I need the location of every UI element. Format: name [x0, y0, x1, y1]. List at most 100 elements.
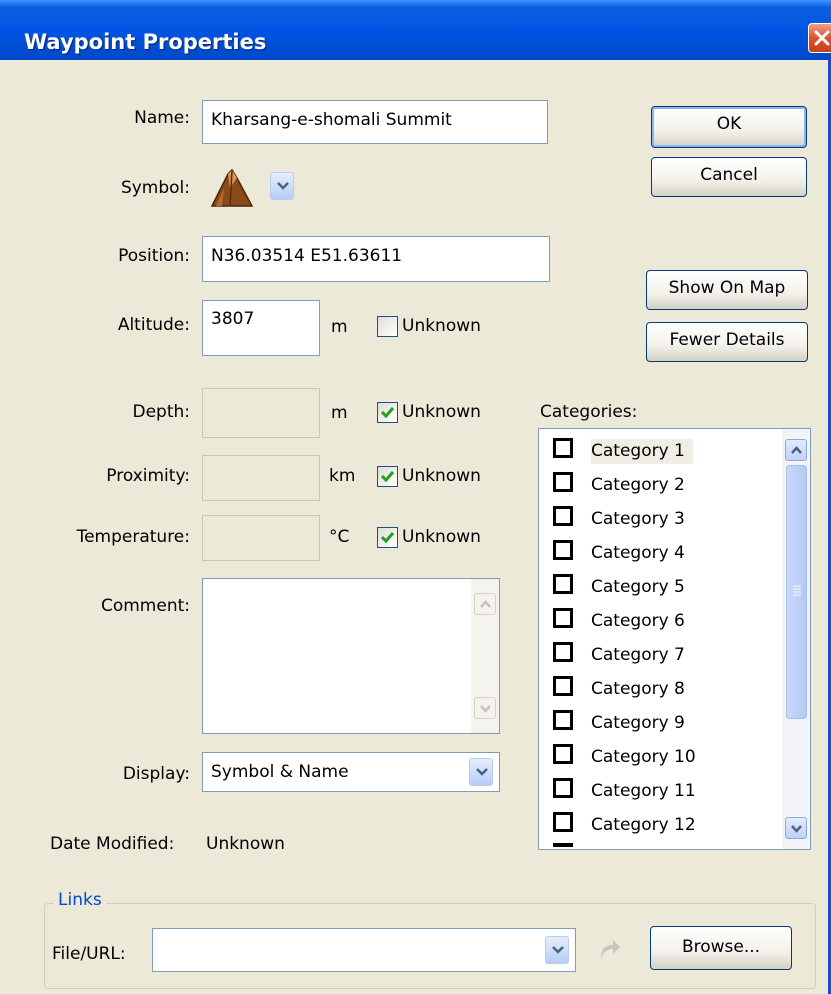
category-checkbox[interactable]: [553, 744, 573, 764]
category-label: Category 6: [591, 611, 685, 631]
name-value: Kharsang-e-shomali Summit: [211, 110, 452, 130]
links-group-title: Links: [54, 890, 106, 910]
categories-scrollbar[interactable]: [782, 429, 810, 849]
date-modified-value: Unknown: [206, 834, 285, 854]
comment-scroll-down-button[interactable]: [474, 697, 496, 719]
symbol-dropdown-button[interactable]: [270, 172, 294, 200]
proximity-unknown-label: Unknown: [402, 466, 481, 486]
depth-unknown-checkbox[interactable]: [377, 402, 398, 423]
temperature-unknown-label: Unknown: [402, 527, 481, 547]
display-dropdown-button[interactable]: [469, 758, 493, 786]
go-button[interactable]: [592, 932, 626, 966]
file-url-dropdown-button[interactable]: [545, 936, 569, 964]
category-checkbox[interactable]: [553, 574, 573, 594]
category-item-partial: [553, 843, 573, 847]
altitude-input[interactable]: 3807: [202, 300, 320, 356]
chevron-up-icon: [480, 600, 491, 608]
category-label: Category 10: [591, 747, 696, 767]
ok-button[interactable]: OK: [651, 106, 807, 148]
category-label: Category 7: [591, 645, 685, 665]
ok-button-label: OK: [716, 114, 742, 134]
symbol-picker[interactable]: [202, 160, 302, 214]
category-label: Category 11: [591, 781, 696, 801]
chevron-down-icon: [476, 768, 488, 776]
show-on-map-button[interactable]: Show On Map: [646, 270, 808, 310]
comment-scroll-up-button[interactable]: [474, 593, 496, 615]
symbol-label: Symbol:: [120, 178, 190, 198]
category-label: Category 5: [591, 577, 685, 597]
category-checkbox[interactable]: [553, 642, 573, 662]
temperature-unknown-checkbox[interactable]: [377, 527, 398, 548]
window-title: Waypoint Properties: [24, 30, 267, 54]
category-checkbox[interactable]: [553, 676, 573, 696]
temperature-unit: °C: [329, 527, 350, 547]
category-checkbox[interactable]: [553, 472, 573, 492]
categories-scroll-up-button[interactable]: [785, 439, 807, 461]
altitude-unit: m: [331, 317, 348, 337]
depth-unit: m: [331, 403, 348, 423]
depth-label: Depth:: [132, 402, 190, 422]
comment-scrollbar[interactable]: [471, 579, 499, 733]
chevron-down-icon: [480, 705, 491, 713]
position-label: Position:: [118, 246, 190, 266]
grip-icon: [793, 585, 801, 596]
category-label: Category 4: [591, 543, 685, 563]
cancel-button[interactable]: Cancel: [651, 157, 807, 197]
depth-input[interactable]: [202, 388, 320, 438]
display-select[interactable]: Symbol & Name: [202, 752, 500, 792]
categories-list[interactable]: Category 1 Category 2 Category 3 Categor…: [538, 428, 811, 850]
chevron-down-icon: [552, 946, 564, 954]
temperature-input[interactable]: [202, 515, 320, 561]
proximity-unknown-checkbox[interactable]: [377, 466, 398, 487]
position-input[interactable]: N36.03514 E51.63611: [202, 236, 550, 282]
display-label: Display:: [122, 764, 190, 784]
display-value: Symbol & Name: [211, 762, 349, 782]
category-checkbox[interactable]: [553, 438, 573, 458]
date-modified-label: Date Modified:: [50, 834, 175, 854]
category-label: Category 12: [591, 815, 696, 835]
categories-scroll-down-button[interactable]: [785, 817, 807, 839]
browse-button[interactable]: Browse...: [650, 926, 792, 970]
fewer-details-button-label: Fewer Details: [669, 330, 785, 350]
temperature-label: Temperature:: [76, 527, 190, 547]
category-checkbox[interactable]: [553, 540, 573, 560]
file-url-input[interactable]: [152, 928, 576, 972]
name-input[interactable]: Kharsang-e-shomali Summit: [202, 100, 548, 144]
checkmark-icon: [380, 471, 395, 483]
cancel-button-label: Cancel: [700, 165, 758, 185]
checkmark-icon: [380, 407, 395, 419]
proximity-input[interactable]: [202, 455, 320, 501]
category-label: Category 3: [591, 509, 685, 529]
title-bar[interactable]: Waypoint Properties: [0, 0, 831, 60]
category-checkbox[interactable]: [553, 812, 573, 832]
proximity-label: Proximity:: [106, 466, 190, 486]
go-arrow-icon: [601, 940, 620, 958]
category-checkbox[interactable]: [553, 778, 573, 798]
altitude-unknown-checkbox[interactable]: [377, 316, 398, 337]
close-button[interactable]: [808, 23, 831, 53]
position-value: N36.03514 E51.63611: [211, 246, 403, 266]
close-icon: [814, 30, 830, 46]
category-label: Category 8: [591, 679, 685, 699]
proximity-unit: km: [329, 466, 356, 486]
category-label: Category 9: [591, 713, 685, 733]
show-on-map-button-label: Show On Map: [668, 278, 786, 298]
fewer-details-button[interactable]: Fewer Details: [646, 322, 808, 362]
browse-button-label: Browse...: [681, 937, 761, 957]
altitude-value: 3807: [211, 309, 255, 329]
category-checkbox[interactable]: [553, 506, 573, 526]
categories-scroll-thumb[interactable]: [786, 465, 807, 719]
checkmark-icon: [380, 532, 395, 544]
category-checkbox[interactable]: [553, 608, 573, 628]
categories-label: Categories:: [540, 402, 638, 422]
chevron-down-icon: [277, 182, 289, 190]
chevron-down-icon: [791, 825, 802, 833]
name-label: Name:: [134, 108, 190, 128]
altitude-unknown-label: Unknown: [402, 316, 481, 336]
chevron-up-icon: [791, 446, 802, 454]
category-label: Category 1: [591, 439, 693, 464]
mountain-summit-icon: [210, 168, 254, 207]
category-checkbox[interactable]: [553, 710, 573, 730]
comment-textarea[interactable]: [202, 578, 500, 734]
depth-unknown-label: Unknown: [402, 402, 481, 422]
